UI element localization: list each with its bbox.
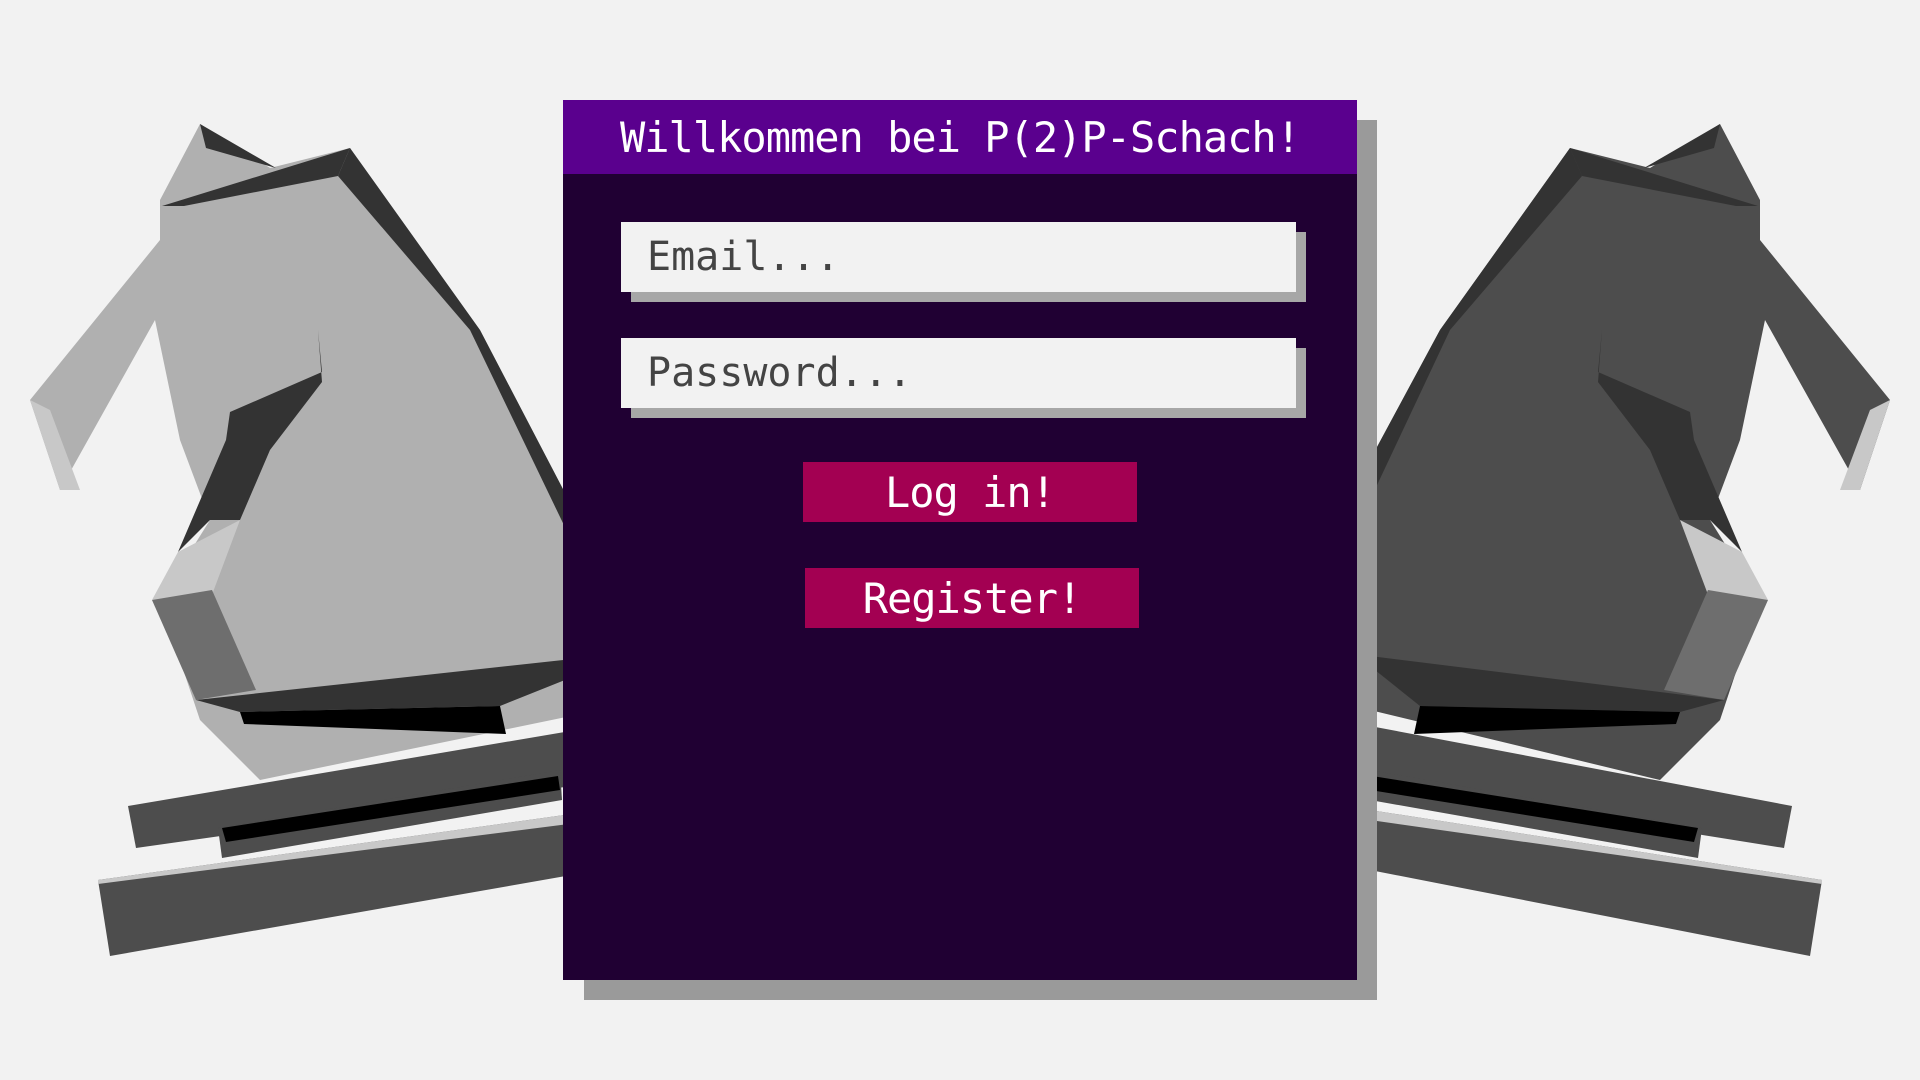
email-field-container — [621, 222, 1306, 302]
login-screen: Willkommen bei P(2)P-Schach! Log in! Reg… — [0, 0, 1920, 1080]
panel-header: Willkommen bei P(2)P-Schach! — [563, 100, 1357, 174]
page-title: Willkommen bei P(2)P-Schach! — [619, 112, 1301, 162]
register-button[interactable]: Register! — [805, 568, 1139, 628]
password-field[interactable] — [621, 338, 1296, 408]
password-field-container — [621, 338, 1306, 418]
email-field[interactable] — [621, 222, 1296, 292]
login-button[interactable]: Log in! — [803, 462, 1137, 522]
login-panel: Willkommen bei P(2)P-Schach! Log in! Reg… — [563, 100, 1357, 980]
